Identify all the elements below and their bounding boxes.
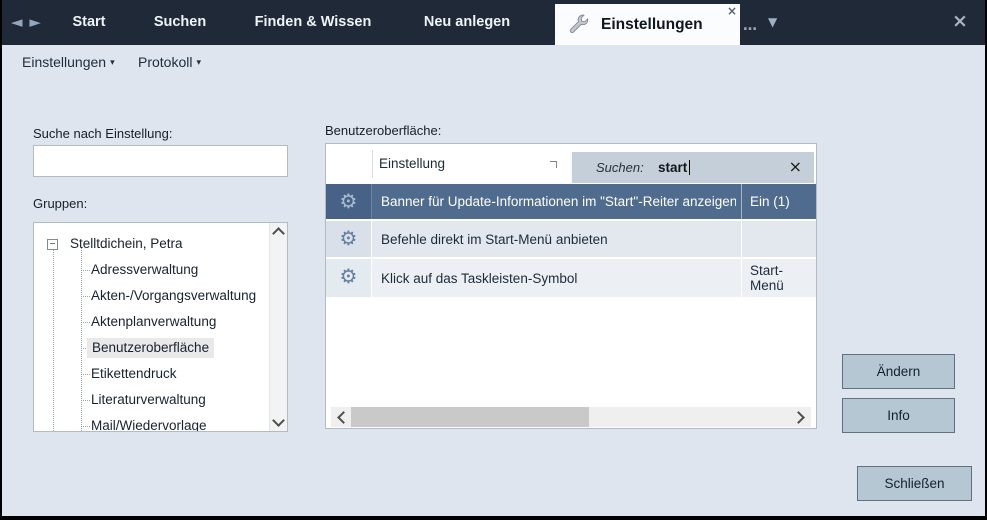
setting-icon-cell: ⚙ [326, 259, 372, 297]
tab-finden-wissen[interactable]: Finden & Wissen [251, 0, 375, 45]
benutzeroberflaeche-section-label: Benutzeroberfläche: [325, 123, 441, 138]
table-search-input[interactable]: start [658, 152, 687, 183]
setting-value [741, 221, 816, 257]
scroll-up-icon[interactable] [272, 227, 285, 240]
gear-icon: ⚙ [340, 189, 358, 213]
table-search-label: Suchen: [596, 152, 644, 183]
setting-name: Klick auf das Taskleisten-Symbol [381, 259, 736, 297]
tree-item-benutzeroberflaeche[interactable]: Benutzeroberfläche [87, 338, 214, 358]
tab-einstellungen-label: Einstellungen [601, 4, 703, 45]
tree-guide-line [81, 247, 82, 431]
tab-start[interactable]: Start [64, 0, 114, 45]
chevron-down-icon: ▾ [110, 58, 115, 68]
search-setting-label: Suche nach Einstellung: [33, 126, 172, 141]
search-close-icon[interactable]: × [789, 152, 802, 182]
tree-item-akten-vorgangsverwaltung[interactable]: Akten-/Vorgangsverwaltung [91, 286, 256, 306]
horizontal-scrollbar-thumb[interactable] [351, 407, 589, 427]
tree-stub [81, 400, 90, 401]
horizontal-scrollbar[interactable] [331, 407, 811, 427]
tree-stub [81, 296, 90, 297]
wrench-icon [567, 14, 589, 36]
table-row-taskleisten-symbol[interactable]: ⚙ Klick auf das Taskleisten-Symbol Start… [326, 259, 816, 299]
tree-stub [81, 426, 90, 427]
table-search-overlay: Suchen: start × [570, 152, 814, 183]
tab-neu-anlegen[interactable]: Neu anlegen [418, 0, 516, 45]
tree-item-aktenplanverwaltung[interactable]: Aktenplanverwaltung [91, 312, 216, 332]
menu-einstellungen-label: Einstellungen [22, 54, 106, 70]
table-row-befehle-startmenu[interactable]: ⚙ Befehle direkt im Start-Menü anbieten [326, 221, 816, 259]
tab-einstellungen[interactable]: Einstellungen × [555, 4, 740, 45]
setting-value: Ein (1) [741, 184, 816, 219]
text-caret [689, 160, 690, 175]
forward-icon[interactable]: ► [29, 13, 41, 31]
tree-guide-line [53, 243, 54, 431]
history-navigation: ◄ ► [10, 0, 42, 45]
setting-icon-cell: ⚙ [326, 184, 372, 219]
search-setting-input[interactable] [33, 145, 288, 177]
tree-item-mail-wiedervorlage[interactable]: Mail/Wiedervorlage [91, 416, 207, 432]
scroll-right-icon[interactable] [792, 411, 805, 424]
tree-stub [81, 322, 90, 323]
setting-name: Befehle direkt im Start-Menü anbieten [381, 221, 736, 257]
groups-label: Gruppen: [33, 196, 87, 211]
column-header-einstellung[interactable]: Einstellung [379, 144, 445, 184]
scroll-left-icon[interactable] [337, 411, 350, 424]
menu-protokoll[interactable]: Protokoll ▾ [138, 45, 201, 79]
tab-list-dropdown-icon[interactable]: ▼ [768, 0, 777, 45]
tree-item-literaturverwaltung[interactable]: Literaturverwaltung [91, 390, 206, 410]
window-close-icon[interactable]: × [952, 0, 968, 43]
tab-overflow-ellipsis[interactable]: … [743, 18, 758, 34]
gear-icon: ⚙ [340, 226, 358, 250]
chevron-down-icon: ▾ [196, 58, 201, 68]
tree-stub [81, 374, 90, 375]
schliessen-button[interactable]: Schließen [857, 466, 972, 501]
gear-icon: ⚙ [340, 264, 358, 288]
column-separator [372, 150, 373, 178]
back-icon[interactable]: ◄ [11, 13, 23, 31]
setting-value: Start-Menü [741, 259, 816, 297]
sort-ascending-icon[interactable] [550, 161, 557, 168]
info-button[interactable]: Info [842, 398, 955, 433]
tab-close-icon[interactable]: × [727, 3, 737, 19]
application-window: ◄ ► Start Suchen Finden & Wissen Neu anl… [0, 0, 987, 520]
menu-protokoll-label: Protokoll [138, 54, 192, 70]
tab-suchen[interactable]: Suchen [148, 0, 212, 45]
settings-table: Einstellung Suchen: start × ⚙ Banner für… [325, 143, 817, 429]
tree-item-root[interactable]: Stelltdichein, Petra [70, 234, 183, 254]
scroll-down-icon[interactable] [272, 414, 285, 427]
vertical-scrollbar[interactable] [269, 223, 287, 431]
tree-item-etikettendruck[interactable]: Etikettendruck [91, 364, 177, 384]
tree-collapse-icon[interactable]: − [47, 239, 58, 250]
tree-item-adressverwaltung[interactable]: Adressverwaltung [91, 260, 198, 280]
menu-einstellungen[interactable]: Einstellungen ▾ [22, 45, 115, 79]
tree-stub [81, 270, 90, 271]
table-row-banner-update[interactable]: ⚙ Banner für Update-Informationen im "St… [326, 184, 816, 221]
setting-name: Banner für Update-Informationen im "Star… [381, 184, 736, 219]
aendern-button[interactable]: Ändern [842, 354, 955, 389]
tab-bar: ◄ ► Start Suchen Finden & Wissen Neu anl… [2, 0, 985, 45]
groups-tree: − Stelltdichein, Petra Adressverwaltung … [33, 222, 288, 432]
setting-icon-cell: ⚙ [326, 221, 372, 257]
